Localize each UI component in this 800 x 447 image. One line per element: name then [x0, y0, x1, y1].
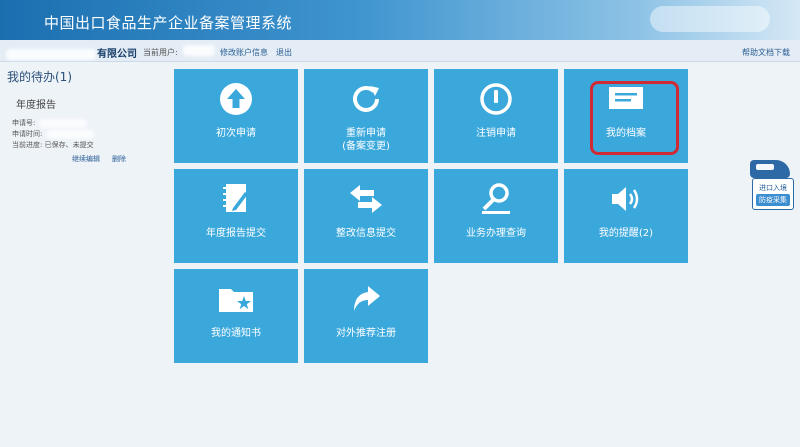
tile-external-recommend[interactable]: 对外推荐注册: [304, 269, 428, 363]
current-user-label: 当前用户:: [143, 48, 178, 57]
speaker-icon: [609, 181, 643, 217]
tile-label: 我的提醒(2): [598, 228, 654, 239]
delete-link[interactable]: 删除: [112, 154, 126, 164]
redacted-apply-time: [46, 129, 95, 139]
logout-link[interactable]: 退出: [276, 47, 292, 58]
share-arrow-icon: [350, 281, 382, 317]
company-name: 有限公司: [6, 45, 137, 60]
tile-cancel-apply[interactable]: 注销申请: [434, 69, 558, 163]
tile-label: 我的通知书: [211, 328, 261, 339]
redacted-apply-no: [39, 118, 88, 128]
power-icon: [479, 81, 513, 117]
app-title: 中国出口食品生产企业备案管理系统: [44, 14, 293, 32]
app-header: 中国出口食品生产企业备案管理系统: [0, 0, 800, 40]
tile-label: 初次申请: [216, 128, 256, 139]
tile-label: 年度报告提交: [206, 228, 266, 239]
tile-reapply[interactable]: 重新申请 (备案变更): [304, 69, 428, 163]
tile-initial-apply[interactable]: 初次申请: [174, 69, 298, 163]
apply-time-field: 申请时间:: [12, 129, 95, 139]
tile-label: 注销申请: [476, 128, 516, 139]
tile-business-query[interactable]: 业务办理查询: [434, 169, 558, 263]
todo-item-title[interactable]: 年度报告: [16, 96, 56, 111]
edit-account-link[interactable]: 修改账户信息: [220, 47, 268, 58]
tile-label: 业务办理查询: [466, 228, 526, 239]
tile-my-notices[interactable]: 我的通知书: [174, 269, 298, 363]
tile-rectification-submit[interactable]: 整改信息提交: [304, 169, 428, 263]
epidemic-collection-badge[interactable]: 进口入境 防疫采集: [750, 160, 796, 210]
badge-box: 进口入境 防疫采集: [752, 178, 794, 210]
badge-line-2: 防疫采集: [756, 194, 790, 206]
tile-label: 重新申请 (备案变更): [342, 128, 390, 152]
highlight-box: [590, 81, 679, 155]
tile-label: 整改信息提交: [336, 228, 396, 239]
swap-arrows-icon: [348, 181, 384, 217]
redacted-user-name: [183, 45, 215, 56]
tile-label: 对外推荐注册: [336, 328, 396, 339]
redacted-company-prefix: [6, 48, 96, 60]
refresh-icon: [349, 81, 383, 117]
folder-star-icon: [218, 281, 254, 317]
notebook-pen-icon: [221, 181, 251, 217]
top-bar: 有限公司 当前用户: 修改账户信息 退出 帮助文档下载: [0, 40, 800, 62]
search-icon: [480, 181, 512, 217]
continue-edit-link[interactable]: 继续编辑: [72, 154, 100, 164]
arrow-up-circle-icon: [219, 81, 253, 117]
progress-field: 当前进度: 已保存、未提交: [12, 141, 94, 149]
header-decoration: [650, 6, 770, 32]
tile-annual-report[interactable]: 年度报告提交: [174, 169, 298, 263]
badge-line-1: 进口入境: [759, 184, 787, 192]
my-todo-title: 我的待办(1): [7, 70, 72, 84]
help-doc-download-link[interactable]: 帮助文档下载: [742, 47, 790, 58]
apply-no-field: 申请号:: [12, 118, 88, 128]
tile-my-reminders[interactable]: 我的提醒(2): [564, 169, 688, 263]
ship-icon: [750, 160, 790, 178]
